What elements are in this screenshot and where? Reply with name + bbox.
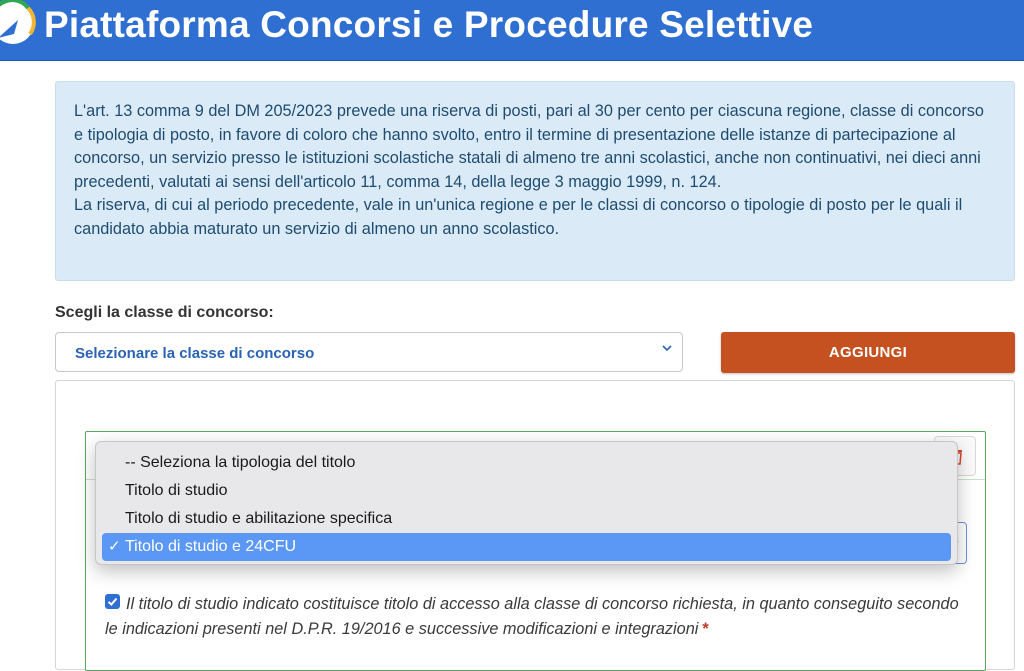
- checkmark-icon: ✓: [108, 538, 121, 555]
- dropdown-option-selected[interactable]: ✓ Titolo di studio e 24CFU: [102, 533, 951, 561]
- page-title: Piattaforma Concorsi e Procedure Seletti…: [44, 4, 814, 45]
- dropdown-option[interactable]: Titolo di studio: [102, 477, 951, 505]
- app-header: Piattaforma Concorsi e Procedure Seletti…: [0, 0, 1024, 61]
- chevron-down-icon: [662, 345, 672, 352]
- option-label: Titolo di studio: [125, 482, 228, 499]
- classe-select[interactable]: Selezionare la classe di concorso: [55, 332, 683, 372]
- classe-select-value: Selezionare la classe di concorso: [75, 345, 315, 362]
- add-button[interactable]: AGGIUNGI: [721, 332, 1015, 373]
- info-paragraph-1: L'art. 13 comma 9 del DM 205/2023 preved…: [74, 102, 984, 191]
- classe-label: Scegli la classe di concorso:: [55, 304, 274, 321]
- info-notice: L'art. 13 comma 9 del DM 205/2023 preved…: [55, 81, 1015, 281]
- checkmark-icon: [107, 597, 118, 606]
- declaration-checkbox[interactable]: [105, 594, 120, 609]
- declaration-text: Il titolo di studio indicato costituisce…: [105, 592, 965, 642]
- required-mark: *: [702, 620, 709, 638]
- dropdown-option[interactable]: Titolo di studio e abilitazione specific…: [102, 505, 951, 533]
- dropdown-option[interactable]: -- Seleziona la tipologia del titolo: [102, 449, 951, 477]
- declaration-label: Il titolo di studio indicato costituisce…: [105, 595, 959, 638]
- option-label: -- Seleziona la tipologia del titolo: [125, 454, 356, 471]
- option-label: Titolo di studio e 24CFU: [125, 538, 297, 555]
- option-label: Titolo di studio e abilitazione specific…: [125, 510, 393, 527]
- info-paragraph-2: La riserva, di cui al periodo precedente…: [74, 196, 963, 238]
- tipologia-dropdown-menu: -- Seleziona la tipologia del titolo Tit…: [95, 441, 958, 565]
- platform-logo-icon: [0, 0, 36, 44]
